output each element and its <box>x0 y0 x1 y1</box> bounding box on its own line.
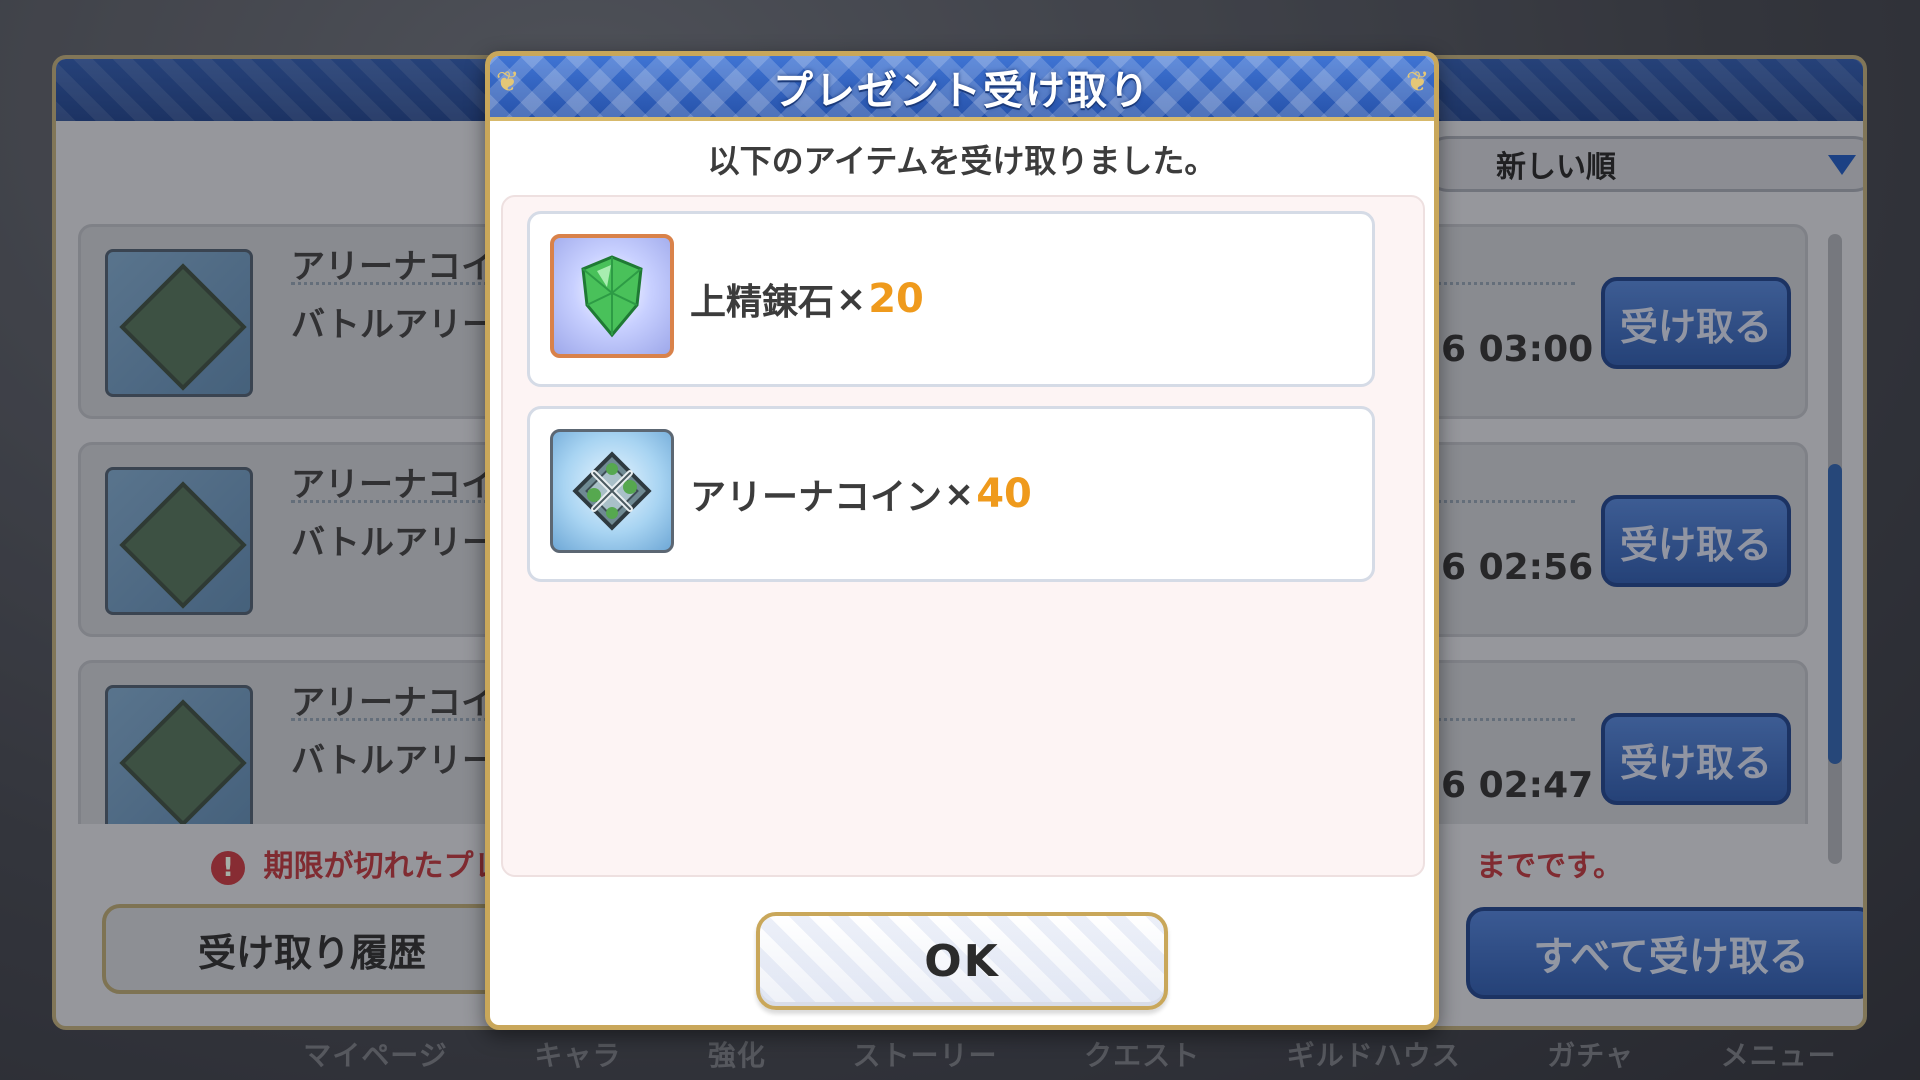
dialog-message: 以下のアイテムを受け取りました。 <box>707 142 1217 180</box>
present-received-dialog: ❦ プレゼント受け取り ❦ 以下のアイテムを受け取りました。 上精錬石 × 20 <box>485 51 1439 1030</box>
item-multiplier: × <box>944 473 975 515</box>
arena-coin-icon <box>550 429 674 553</box>
item-quantity: 20 <box>868 276 924 322</box>
ornament-icon: ❦ <box>496 65 520 98</box>
received-item-card: 上精錬石 × 20 <box>527 211 1375 387</box>
ornament-icon: ❦ <box>1406 65 1430 98</box>
item-quantity: 40 <box>976 471 1032 517</box>
dialog-header: ❦ プレゼント受け取り ❦ <box>490 56 1434 121</box>
received-item-card: アリーナコイン × 40 <box>527 406 1375 582</box>
item-name: アリーナコイン <box>690 477 943 518</box>
dialog-title: プレゼント受け取り <box>773 67 1151 114</box>
item-name: 上精錬石 <box>690 282 835 323</box>
received-items-panel: 上精錬石 × 20 アリーナコイン × 40 <box>501 195 1425 877</box>
refining-stone-gem-icon <box>550 234 674 358</box>
item-multiplier: × <box>836 278 867 320</box>
received-item-label: 上精錬石 × 20 <box>690 214 924 384</box>
ok-button[interactable]: OK <box>756 912 1168 1010</box>
received-item-label: アリーナコイン × 40 <box>690 409 1032 579</box>
